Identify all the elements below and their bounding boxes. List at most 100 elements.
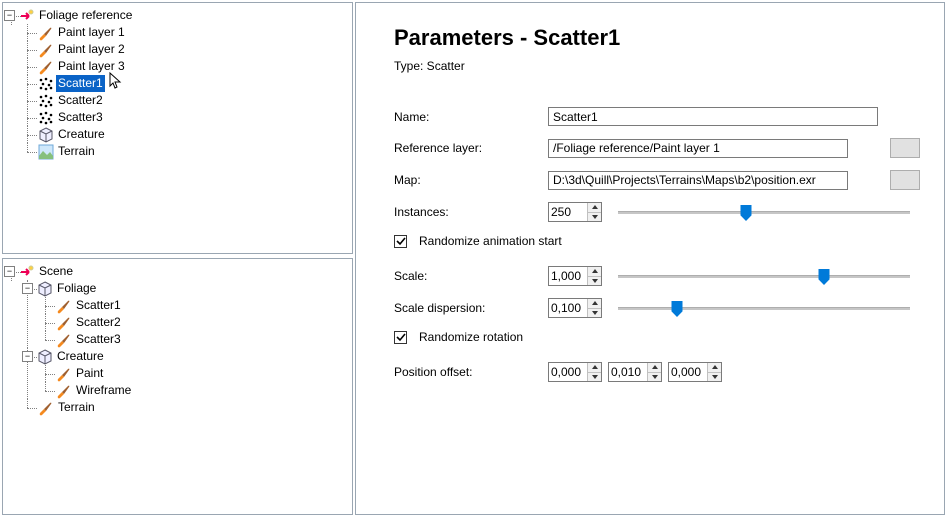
scale-disp-slider[interactable]: [614, 298, 914, 318]
spin-down-icon[interactable]: [648, 373, 661, 382]
tree-label: Foliage reference: [37, 7, 134, 24]
tree-label: Scatter1: [74, 297, 123, 314]
map-browse-button[interactable]: [890, 170, 920, 190]
scale-slider[interactable]: [614, 266, 914, 286]
label-name: Name:: [394, 110, 542, 124]
tree-node[interactable]: Scatter1: [56, 297, 348, 314]
tree-label: Paint layer 2: [56, 41, 127, 58]
tree-label: Scatter2: [74, 314, 123, 331]
scatter-icon: [38, 110, 54, 126]
tree-node-foliage-reference[interactable]: − Foliage reference: [20, 7, 348, 24]
expander-icon[interactable]: −: [4, 10, 15, 21]
spin-up-icon[interactable]: [708, 363, 721, 373]
rand-rot-checkbox[interactable]: [394, 331, 407, 344]
tree-node[interactable]: Scatter3: [38, 109, 348, 126]
scale-input[interactable]: [549, 267, 587, 285]
spin-down-icon[interactable]: [588, 309, 601, 318]
scale-disp-stepper[interactable]: [548, 298, 602, 318]
label-scale: Scale:: [394, 269, 542, 283]
pos-offset-y-stepper[interactable]: [608, 362, 662, 382]
foliage-tree[interactable]: − Foliage reference Paint layer 1 Paint …: [6, 7, 348, 160]
tree-label: Scatter3: [74, 331, 123, 348]
spin-up-icon[interactable]: [588, 363, 601, 373]
tree-node[interactable]: Scatter2: [38, 92, 348, 109]
tree-label: Paint: [74, 365, 105, 382]
tree-label: Scene: [37, 263, 75, 280]
brush-icon: [56, 332, 72, 348]
label-instances: Instances:: [394, 205, 542, 219]
tree-label: Creature: [56, 126, 107, 143]
label-scale-disp: Scale dispersion:: [394, 301, 542, 315]
arrow-icon: [19, 8, 35, 24]
page-title: Parameters - Scatter1: [394, 25, 920, 51]
tree-node-scatter1[interactable]: Scatter1: [38, 75, 348, 92]
label-pos-offset: Position offset:: [394, 365, 542, 379]
tree-node[interactable]: Terrain: [38, 143, 348, 160]
terrain-icon: [38, 144, 54, 160]
scale-disp-input[interactable]: [549, 299, 587, 317]
tree-label: Wireframe: [74, 382, 133, 399]
ref-layer-browse-button[interactable]: [890, 138, 920, 158]
spin-down-icon[interactable]: [588, 213, 601, 222]
tree-node[interactable]: − Foliage: [38, 280, 348, 297]
tree-node[interactable]: Paint: [56, 365, 348, 382]
spin-up-icon[interactable]: [588, 299, 601, 309]
slider-thumb[interactable]: [819, 269, 830, 285]
label-map: Map:: [394, 173, 542, 187]
check-icon: [396, 236, 406, 246]
pos-offset-x-input[interactable]: [549, 363, 587, 381]
expander-icon[interactable]: −: [22, 351, 33, 362]
brush-icon: [38, 42, 54, 58]
scale-stepper[interactable]: [548, 266, 602, 286]
label-ref-layer: Reference layer:: [394, 141, 542, 155]
tree-node-scene[interactable]: − Scene: [20, 263, 348, 280]
parameters-panel: Parameters - Scatter1 Type: Scatter Name…: [355, 2, 945, 515]
expander-icon[interactable]: −: [4, 266, 15, 277]
pos-offset-z-input[interactable]: [669, 363, 707, 381]
expander-icon[interactable]: −: [22, 283, 33, 294]
brush-icon: [56, 383, 72, 399]
spin-up-icon[interactable]: [588, 203, 601, 213]
ref-layer-input[interactable]: [548, 139, 848, 158]
tree-node[interactable]: Wireframe: [56, 382, 348, 399]
spin-up-icon[interactable]: [588, 267, 601, 277]
tree-node[interactable]: Terrain: [38, 399, 348, 416]
rand-anim-checkbox[interactable]: [394, 235, 407, 248]
tree-node[interactable]: Paint layer 3: [38, 58, 348, 75]
tree-node[interactable]: Scatter3: [56, 331, 348, 348]
instances-input[interactable]: [549, 203, 587, 221]
label-rand-rot: Randomize rotation: [419, 330, 523, 344]
slider-track: [618, 275, 910, 278]
brush-icon: [56, 366, 72, 382]
tree-node[interactable]: Scatter2: [56, 314, 348, 331]
tree-node[interactable]: − Creature: [38, 348, 348, 365]
name-input[interactable]: [548, 107, 878, 126]
tree-panel-top: − Foliage reference Paint layer 1 Paint …: [2, 2, 353, 254]
spin-down-icon[interactable]: [588, 277, 601, 286]
cube-icon: [37, 349, 53, 365]
slider-thumb[interactable]: [741, 205, 752, 221]
pos-offset-z-stepper[interactable]: [668, 362, 722, 382]
brush-icon: [56, 298, 72, 314]
instances-stepper[interactable]: [548, 202, 602, 222]
instances-slider[interactable]: [614, 202, 914, 222]
tree-label: Paint layer 1: [56, 24, 127, 41]
spin-down-icon[interactable]: [588, 373, 601, 382]
scatter-icon: [38, 76, 54, 92]
tree-node[interactable]: Paint layer 1: [38, 24, 348, 41]
brush-icon: [38, 25, 54, 41]
tree-node[interactable]: Creature: [38, 126, 348, 143]
scene-tree[interactable]: − Scene − Foliage: [6, 263, 348, 416]
arrow-icon: [19, 264, 35, 280]
map-input[interactable]: [548, 171, 848, 190]
slider-thumb[interactable]: [672, 301, 683, 317]
slider-track: [618, 211, 910, 214]
tree-node[interactable]: Paint layer 2: [38, 41, 348, 58]
spin-up-icon[interactable]: [648, 363, 661, 373]
pos-offset-y-input[interactable]: [609, 363, 647, 381]
spin-down-icon[interactable]: [708, 373, 721, 382]
type-line: Type: Scatter: [394, 59, 920, 73]
tree-label: Scatter3: [56, 109, 105, 126]
tree-label: Scatter1: [56, 75, 105, 92]
pos-offset-x-stepper[interactable]: [548, 362, 602, 382]
